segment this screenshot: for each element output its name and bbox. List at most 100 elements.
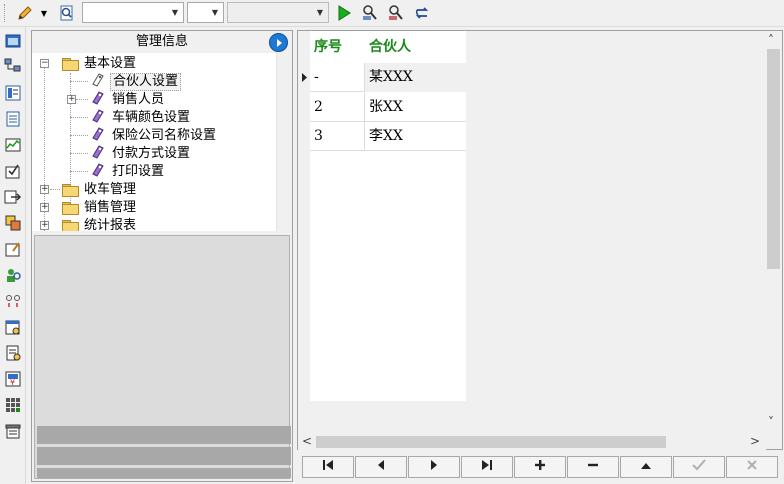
grid-icon[interactable]: [3, 395, 22, 414]
copy-icon[interactable]: [3, 213, 22, 232]
network-icon[interactable]: [3, 57, 22, 76]
first-record-button[interactable]: [302, 456, 354, 478]
panel-bar[interactable]: [37, 468, 291, 478]
tree-expander-basic[interactable]: −: [40, 59, 49, 68]
scroll-left-icon[interactable]: <: [302, 434, 312, 448]
cell-partner[interactable]: 李XX: [365, 122, 466, 151]
cancel-record-button[interactable]: [726, 456, 778, 478]
tree-scrollbar[interactable]: [276, 53, 292, 231]
tree-node-payment-label: 付款方式设置: [112, 146, 191, 161]
remove-icon: [587, 459, 599, 475]
search-doc-icon[interactable]: [56, 2, 78, 24]
first-icon: [322, 459, 334, 475]
tree-node-insurer[interactable]: 保险公司名称设置: [90, 127, 218, 145]
tree-expander-reports[interactable]: +: [40, 221, 49, 230]
refresh-icon[interactable]: [411, 2, 433, 24]
panel-bar[interactable]: [37, 426, 291, 444]
svg-text:¥: ¥: [10, 378, 15, 387]
prev-icon: [376, 459, 386, 475]
tree-node-sales-mgmt[interactable]: 销售管理: [62, 199, 138, 217]
document-icon[interactable]: [3, 109, 22, 128]
up-icon: [640, 459, 652, 475]
horizontal-scroll-thumb[interactable]: [316, 436, 666, 448]
row-indicator: [298, 93, 310, 122]
zoom-user2-icon[interactable]: [385, 2, 407, 24]
collapse-panel-icon[interactable]: [269, 33, 288, 52]
folder-icon: [62, 184, 79, 197]
tree-node-print-label: 打印设置: [112, 164, 165, 179]
prev-record-button[interactable]: [355, 456, 407, 478]
partner-grid: 序号 合伙人 - 某XXX 2 张XX 3 李XX ˄ ˅ < >: [297, 30, 783, 450]
table-row[interactable]: 2 张XX: [298, 93, 466, 122]
column-header-no[interactable]: 序号: [314, 31, 364, 63]
toolbar-grip[interactable]: [4, 4, 7, 22]
cell-no[interactable]: 2: [310, 93, 365, 122]
cell-partner[interactable]: 某XXX: [365, 63, 466, 92]
chevron-down-icon[interactable]: ▼: [312, 3, 328, 22]
tree-node-reports[interactable]: 统计报表: [62, 217, 138, 231]
tag-icon: [90, 161, 106, 183]
tree-node-receiving[interactable]: 收车管理: [62, 181, 138, 199]
panel-bar[interactable]: [37, 447, 291, 465]
window-icon[interactable]: [3, 31, 22, 50]
last-record-button[interactable]: [461, 456, 513, 478]
archive-icon[interactable]: [3, 421, 22, 440]
zoom-user-icon[interactable]: [359, 2, 381, 24]
cell-no[interactable]: 3: [310, 122, 365, 151]
top-toolbar: ▼ ▼ ▼ ▼: [0, 0, 784, 27]
delete-record-button[interactable]: [567, 456, 619, 478]
vertical-scroll-thumb[interactable]: [767, 49, 780, 269]
next-record-button[interactable]: [408, 456, 460, 478]
toolbar-combo-1[interactable]: ▼: [82, 2, 184, 23]
pencil-dropdown-icon[interactable]: ▼: [38, 2, 50, 24]
cell-partner[interactable]: 张XX: [365, 93, 466, 122]
tree-node-vehicle-color-label: 车辆颜色设置: [112, 110, 191, 125]
tree-node-sales-staff-label: 销售人员: [112, 92, 165, 107]
edit-form-icon[interactable]: [3, 239, 22, 258]
chevron-down-icon[interactable]: ▼: [167, 3, 183, 22]
user-search-icon[interactable]: [3, 265, 22, 284]
panel-title: 管理信息: [135, 34, 188, 49]
tree-node-partner-label: 合伙人设置: [110, 73, 182, 91]
table-row[interactable]: - 某XXX: [298, 63, 466, 92]
checkbox-doc-icon[interactable]: [3, 161, 22, 180]
calendar-icon[interactable]: [3, 317, 22, 336]
side-icon-strip: ¥: [0, 27, 26, 484]
grid-vertical-scrollbar[interactable]: ˄ ˅: [765, 31, 782, 433]
panel-header: 管理信息: [32, 31, 292, 53]
scroll-up-icon[interactable]: ˄: [768, 33, 774, 47]
link-icon[interactable]: [3, 291, 22, 310]
export-icon[interactable]: [3, 187, 22, 206]
chevron-down-icon[interactable]: ▼: [207, 3, 223, 22]
cancel-icon: [746, 459, 758, 475]
toolbar-combo-2[interactable]: ▼: [187, 2, 224, 23]
folder-icon: [62, 220, 79, 231]
tree-expander-receiving[interactable]: +: [40, 185, 49, 194]
scroll-right-icon[interactable]: >: [750, 434, 760, 448]
toolbar-combo-3[interactable]: ▼: [227, 2, 329, 23]
list-icon[interactable]: [3, 83, 22, 102]
pencil-icon[interactable]: [14, 2, 36, 24]
folder-open-icon: [62, 58, 79, 71]
row-indicator: [298, 122, 310, 151]
tree-node-print[interactable]: 打印设置: [90, 163, 166, 181]
chart-icon[interactable]: [3, 135, 22, 154]
post-record-button[interactable]: [673, 456, 725, 478]
edit-record-button[interactable]: [620, 456, 672, 478]
cell-no[interactable]: -: [310, 63, 365, 92]
play-icon[interactable]: [334, 2, 354, 24]
folder-icon: [62, 202, 79, 215]
tree-expander-sales-staff[interactable]: +: [67, 95, 76, 104]
tree-node-receiving-label: 收车管理: [84, 182, 137, 197]
money-doc-icon[interactable]: ¥: [3, 369, 22, 388]
report-icon[interactable]: [3, 343, 22, 362]
column-header-partner[interactable]: 合伙人: [369, 31, 459, 63]
add-record-button[interactable]: [514, 456, 566, 478]
tree-expander-sales-mgmt[interactable]: +: [40, 203, 49, 212]
management-panel: 管理信息 − 基本设置 合伙人设置 + 销售人员 车辆颜色设置 保险公司名称设置…: [31, 30, 293, 482]
scroll-down-icon[interactable]: ˅: [768, 415, 774, 429]
tree-node-sales-mgmt-label: 销售管理: [84, 200, 137, 215]
table-row[interactable]: 3 李XX: [298, 122, 466, 151]
grid-horizontal-scrollbar[interactable]: < >: [298, 433, 766, 450]
last-icon: [481, 459, 493, 475]
